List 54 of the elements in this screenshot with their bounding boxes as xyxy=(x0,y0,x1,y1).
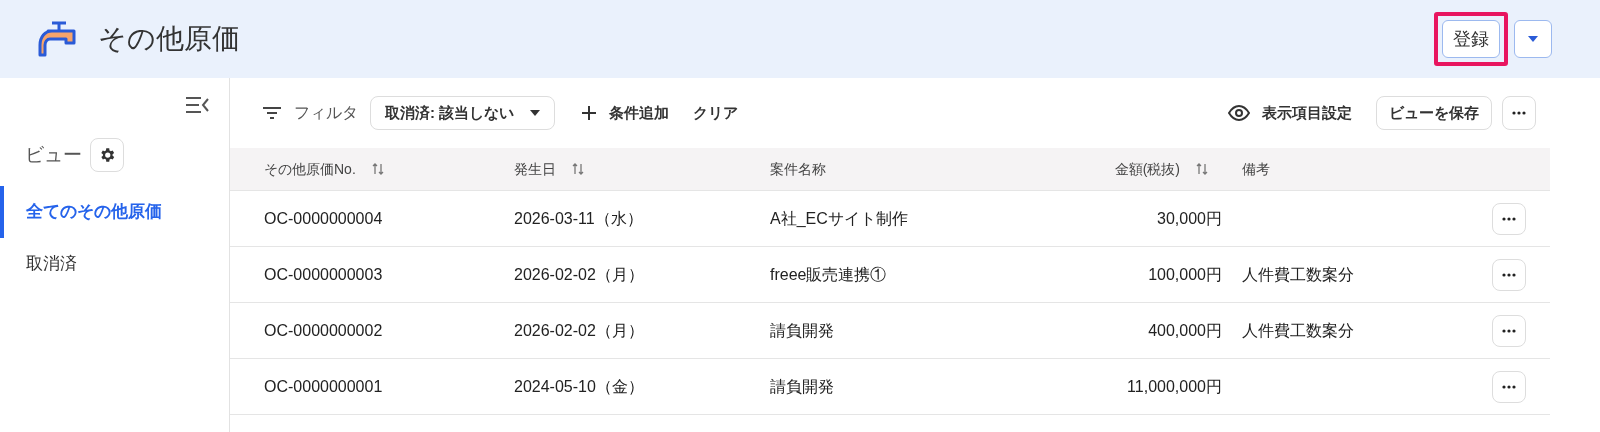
table-cell-text: 30,000円 xyxy=(1157,208,1222,229)
sort-icon[interactable] xyxy=(1196,162,1208,176)
table-cell-text: 2024-05-10（金） xyxy=(514,376,644,397)
plus-icon xyxy=(581,105,598,121)
view-item[interactable]: 取消済 xyxy=(0,238,229,290)
table-cell-text: 11,000,000円 xyxy=(1127,376,1222,397)
ellipsis-icon xyxy=(1502,328,1516,333)
caret-icon xyxy=(530,110,541,116)
table-cell-text: freee販売連携① xyxy=(770,264,887,285)
column-header: 備考 xyxy=(1242,159,1270,179)
table-cell-text: 2026-02-02（月） xyxy=(514,264,644,285)
column-header: 金額(税抜) xyxy=(1114,159,1180,179)
ellipsis-icon xyxy=(1502,216,1516,221)
sort-icon[interactable] xyxy=(572,162,584,176)
column-settings-button[interactable]: 表示項目設定 xyxy=(1228,101,1352,125)
more-button[interactable] xyxy=(1502,96,1536,130)
dropdown-button[interactable] xyxy=(1514,20,1552,58)
page-title: その他原価 xyxy=(98,22,240,56)
table-cell-text: 100,000円 xyxy=(1148,264,1222,285)
table-cell-text: OC-0000000004 xyxy=(264,208,383,229)
add-condition-button[interactable]: 条件追加 xyxy=(581,101,670,125)
eye-icon xyxy=(1228,105,1250,121)
table-cell-text: 請負開発 xyxy=(770,376,834,397)
table-cell-text: OC-0000000002 xyxy=(264,320,383,341)
row-menu-button[interactable] xyxy=(1492,370,1526,403)
ellipsis-icon xyxy=(1502,272,1516,277)
table-cell-text: OC-0000000003 xyxy=(264,264,383,285)
filter-chip[interactable]: 取消済: 該当しない xyxy=(370,96,556,130)
filter-icon xyxy=(262,106,282,120)
row-menu-button[interactable] xyxy=(1492,314,1526,347)
register-button[interactable]: 登録 xyxy=(1442,20,1500,58)
table-cell-text: 人件費工数案分 xyxy=(1242,264,1354,285)
table-cell-text: 人件費工数案分 xyxy=(1242,320,1354,341)
sort-icon[interactable] xyxy=(371,162,384,176)
column-header: 発生日 xyxy=(514,159,556,179)
filter-label: フィルタ xyxy=(294,103,358,123)
caret-icon xyxy=(1528,36,1538,42)
table-cell-text: 2026-03-11（水） xyxy=(514,208,643,229)
table-cell-text: A社_ECサイト制作 xyxy=(770,208,908,229)
collapse-sidebar-icon[interactable] xyxy=(185,96,209,114)
table-cell-text: 請負開発 xyxy=(770,320,834,341)
column-header: 案件名称 xyxy=(770,159,826,179)
ellipsis-icon xyxy=(1502,384,1516,389)
views-label: ビュー xyxy=(25,142,82,167)
row-menu-button[interactable] xyxy=(1492,202,1526,235)
ellipsis-icon xyxy=(1512,111,1526,115)
save-view-button[interactable]: ビューを保存 xyxy=(1376,96,1492,130)
settings-button[interactable] xyxy=(90,138,124,172)
row-menu-button[interactable] xyxy=(1492,258,1526,291)
clear-button[interactable]: クリア xyxy=(693,101,739,125)
table-cell-text: 400,000円 xyxy=(1148,320,1222,341)
table-cell-text: 2026-02-02（月） xyxy=(514,320,644,341)
table-cell-text: OC-0000000001 xyxy=(264,376,383,397)
column-header: その他原価No. xyxy=(264,159,356,179)
